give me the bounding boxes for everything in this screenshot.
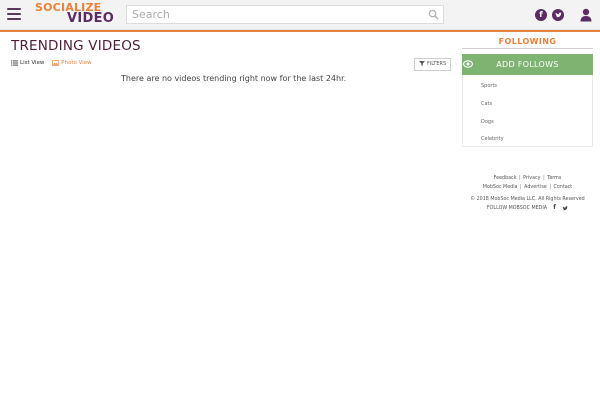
footer-separator: |	[543, 176, 545, 181]
hamburger-bar	[7, 18, 21, 20]
filter-funnel-icon	[418, 61, 425, 66]
empty-state-message: There are no videos trending right now f…	[121, 74, 347, 83]
follow-item-cats[interactable]: Cats	[481, 101, 492, 107]
photo-view-option[interactable]: Photo View	[52, 58, 92, 68]
logo-video: VIDEO	[67, 11, 115, 26]
top-header: SOCIALIZE VIDEO f	[0, 0, 600, 32]
footer-link-advertise[interactable]: Advertise	[524, 185, 547, 190]
footer-link-mobsoc-media[interactable]: MobSoc Media	[483, 185, 518, 190]
search-box	[126, 5, 444, 24]
footer-follow-row: FOLLOW MOBSOC MEDIA f	[462, 204, 593, 213]
footer-separator: |	[519, 176, 521, 181]
following-heading: FOLLOWING	[498, 37, 557, 46]
footer-separator: |	[520, 185, 522, 190]
footer-follow-label: FOLLOW MOBSOC MEDIA	[486, 206, 548, 211]
follow-item-celebrity[interactable]: Celebrity	[481, 136, 504, 142]
page-title: TRENDING VIDEOS	[11, 38, 141, 54]
list-view-option[interactable]: List View	[11, 58, 44, 68]
footer-link-feedback[interactable]: Feedback	[494, 176, 517, 181]
menu-hamburger-icon[interactable]	[7, 8, 21, 20]
list-view-icon	[11, 59, 18, 66]
follow-suggestions-panel: Sports Cats Dogs Celebrity	[462, 75, 593, 147]
user-account-icon[interactable]	[580, 8, 592, 22]
site-logo[interactable]: SOCIALIZE VIDEO	[35, 2, 117, 26]
following-divider	[462, 48, 593, 49]
footer-links-row-1: Feedback | Privacy | Terms	[462, 174, 593, 183]
footer-twitter-icon[interactable]	[562, 205, 568, 211]
twitter-icon[interactable]	[552, 9, 564, 21]
footer-link-contact[interactable]: Contact	[554, 185, 573, 190]
list-view-label: List View	[20, 60, 45, 66]
footer-link-privacy[interactable]: Privacy	[523, 176, 540, 181]
footer-link-terms[interactable]: Terms	[547, 176, 561, 181]
follow-item-dogs[interactable]: Dogs	[481, 119, 494, 125]
facebook-icon[interactable]: f	[535, 9, 547, 21]
hamburger-bar	[7, 8, 21, 10]
search-input[interactable]	[127, 6, 427, 23]
footer: Feedback | Privacy | Terms MobSoc Media …	[462, 174, 593, 213]
hamburger-bar	[7, 13, 21, 15]
search-icon[interactable]	[428, 9, 439, 20]
footer-facebook-icon[interactable]: f	[552, 204, 558, 211]
filters-button[interactable]: FILTERS	[414, 58, 451, 71]
photo-view-icon	[52, 59, 60, 66]
follow-item-sports[interactable]: Sports	[481, 83, 497, 89]
app-root: SOCIALIZE VIDEO f TRENDING VIDEOS	[0, 0, 600, 400]
add-follows-button[interactable]: ADD FOLLOWS	[462, 54, 593, 75]
filters-label: FILTERS	[426, 61, 447, 67]
photo-view-label: Photo View	[61, 60, 92, 66]
view-toggle: List View Photo View	[11, 58, 98, 68]
footer-separator: |	[549, 185, 551, 190]
footer-copyright: © 2018 MobSoc Media LLC. All Rights Rese…	[470, 197, 585, 202]
footer-links-row-2: MobSoc Media | Advertise | Contact	[462, 183, 593, 192]
eye-icon	[463, 60, 473, 68]
add-follows-label: ADD FOLLOWS	[496, 60, 559, 69]
